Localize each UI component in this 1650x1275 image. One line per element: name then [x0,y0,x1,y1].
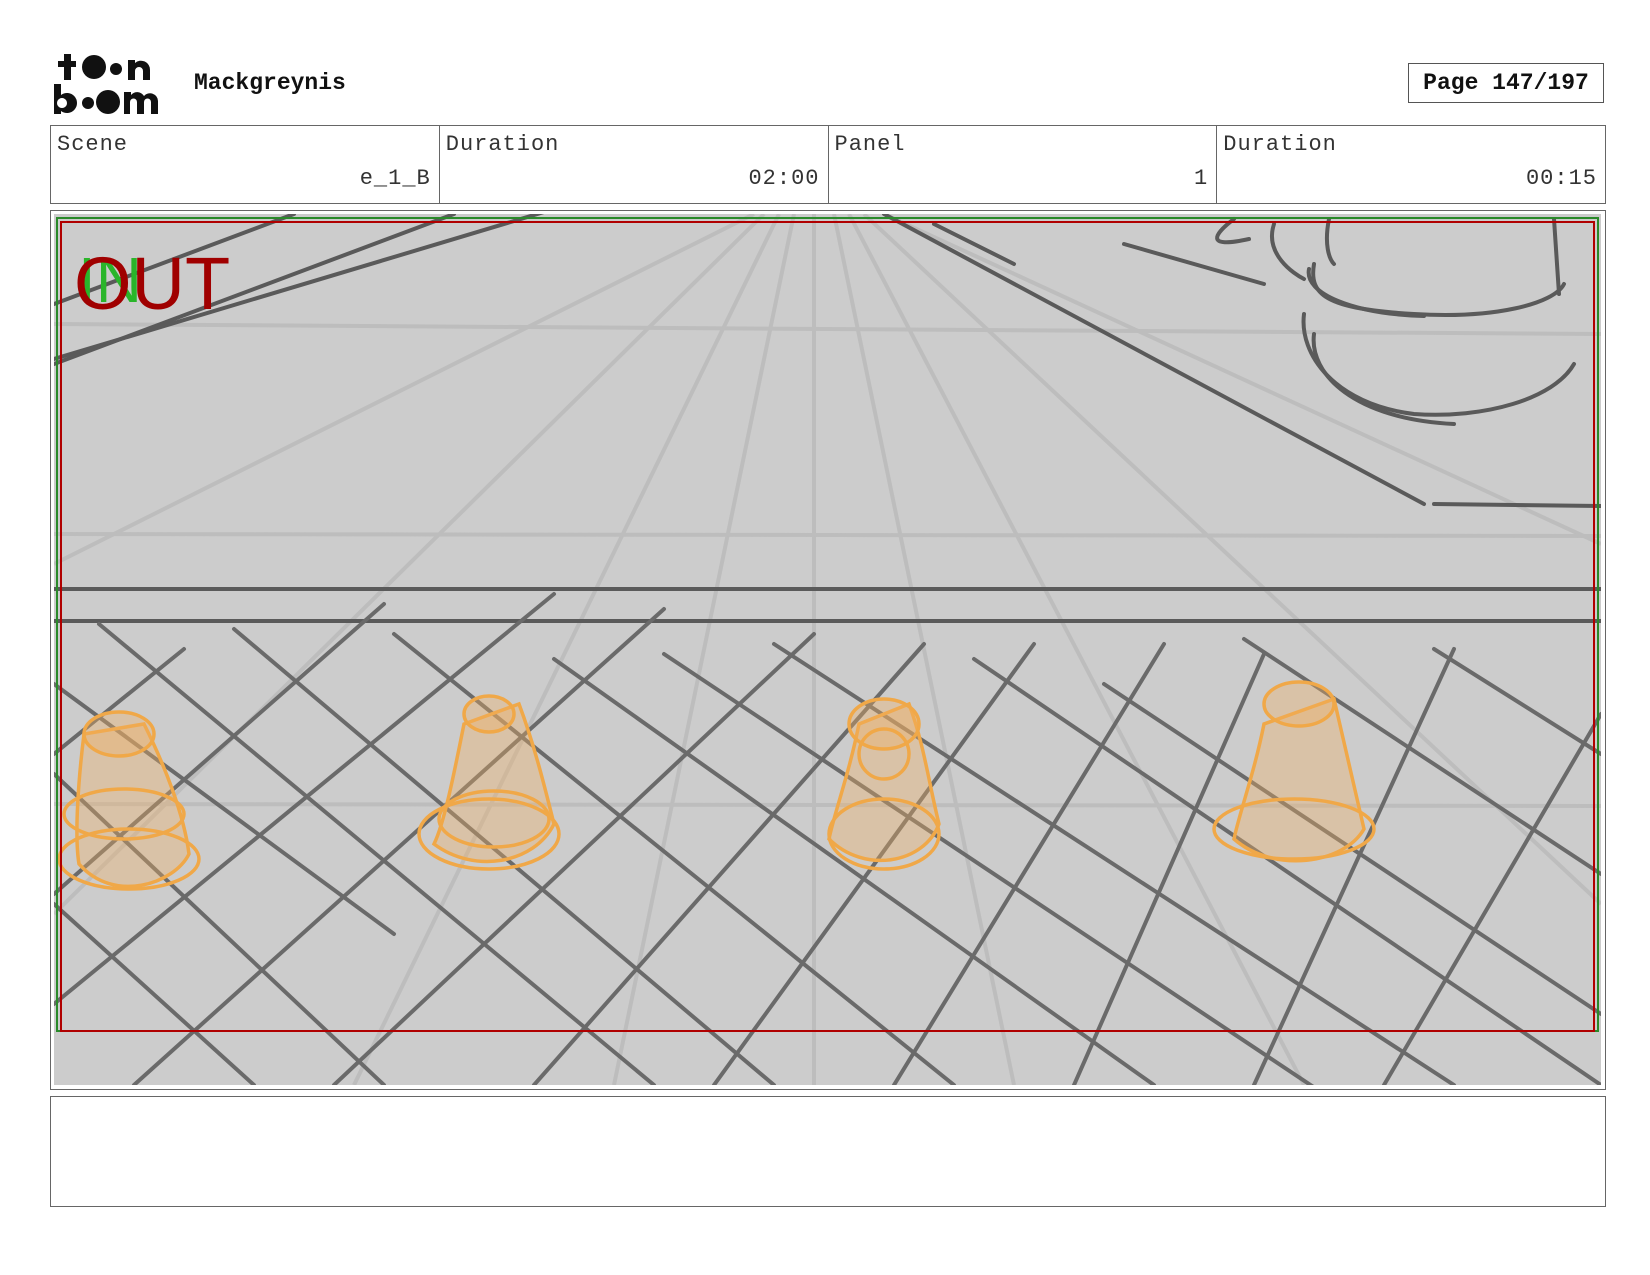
storyboard-panel: IN OUT [50,210,1606,1090]
scene-info-table: Scene e_1_B Duration 02:00 Panel 1 Durat… [50,125,1606,204]
scene-duration-cell: Duration 02:00 [440,126,829,203]
panel-cell: Panel 1 [829,126,1218,203]
panel-notes-box[interactable] [50,1096,1606,1207]
panel-value: 1 [1194,166,1209,191]
scene-duration-value: 02:00 [748,166,820,191]
panel-label: Panel [834,132,906,157]
panel-duration-label: Duration [1223,132,1337,157]
page-indicator: Page 147/197 [1408,63,1604,103]
scene-value: e_1_B [359,166,431,191]
panel-background [54,214,1601,1085]
scene-label: Scene [57,132,129,157]
scene-cell: Scene e_1_B [51,126,440,203]
panel-duration-value: 00:15 [1525,166,1597,191]
scene-duration-label: Duration [445,132,560,157]
panel-duration-cell: Duration 00:15 [1217,126,1605,203]
toonboom-logo [54,54,158,114]
out-marker: OUT [74,242,230,325]
project-title: Mackgreynis [194,70,346,96]
panel-sketch: IN OUT [54,214,1601,1085]
